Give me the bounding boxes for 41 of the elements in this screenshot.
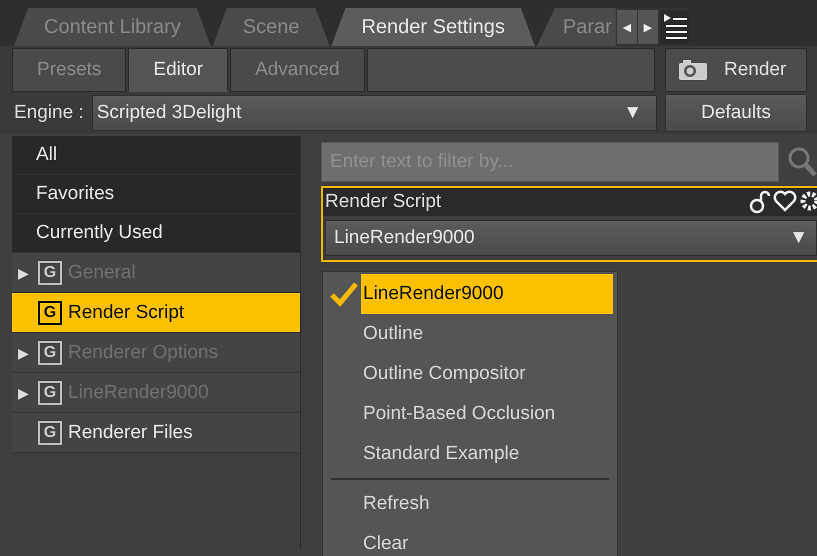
menu-icon[interactable]	[660, 10, 690, 44]
scroll-button[interactable]: ▶	[638, 10, 658, 44]
menu-item[interactable]: Clear	[327, 524, 613, 556]
menu-item[interactable]: Outline	[327, 314, 613, 354]
menu-label: LineRender9000	[362, 283, 504, 305]
camera-icon	[678, 59, 708, 81]
heart-icon[interactable]	[773, 190, 797, 212]
engine-dropdown[interactable]: Scripted 3Delight ▼	[92, 95, 657, 131]
menu-item[interactable]: LineRender9000	[327, 274, 613, 314]
menu-item[interactable]: Point-Based Occlusion	[327, 394, 613, 434]
filter-item[interactable]: All	[12, 136, 300, 175]
defaults-button[interactable]: Defaults	[665, 94, 807, 132]
menu-label: Clear	[362, 533, 408, 555]
group-badge: G	[38, 380, 62, 404]
menu-item[interactable]: Outline Compositor	[327, 354, 613, 394]
lock-icon[interactable]	[749, 190, 771, 214]
menu-label: Refresh	[362, 493, 430, 515]
tree-label: Render Script	[68, 302, 184, 324]
filter-item[interactable]: Currently Used	[12, 214, 300, 253]
engine-label: Engine :	[14, 102, 84, 124]
filter-item[interactable]: Favorites	[12, 175, 300, 214]
menu-label: Point-Based Occlusion	[362, 403, 556, 425]
tree-item[interactable]: G Renderer Files	[12, 413, 300, 453]
group-badge: G	[38, 260, 62, 284]
group-badge: G	[38, 300, 62, 324]
tab[interactable]: Editor	[128, 48, 228, 92]
group-badge: G	[38, 340, 62, 364]
gear-icon[interactable]	[799, 190, 817, 212]
menu-label: Outline	[362, 323, 424, 345]
script-dropdown[interactable]: LineRender9000 ▼	[325, 220, 817, 256]
tree-item[interactable]: G Render Script	[12, 293, 300, 333]
scroll-button[interactable]: ◀	[616, 10, 637, 44]
menu-label: Outline Compositor	[362, 363, 526, 385]
property-label: Render Script	[325, 191, 442, 213]
tree-label: Renderer Files	[68, 422, 193, 444]
menu-item[interactable]: Standard Example	[327, 434, 613, 474]
group-badge: G	[38, 420, 62, 444]
menu-label: Standard Example	[362, 443, 520, 465]
menu-item[interactable]: Refresh	[327, 484, 613, 524]
tab[interactable]: Render Settings	[331, 8, 535, 46]
render-button[interactable]: Render	[665, 48, 807, 92]
